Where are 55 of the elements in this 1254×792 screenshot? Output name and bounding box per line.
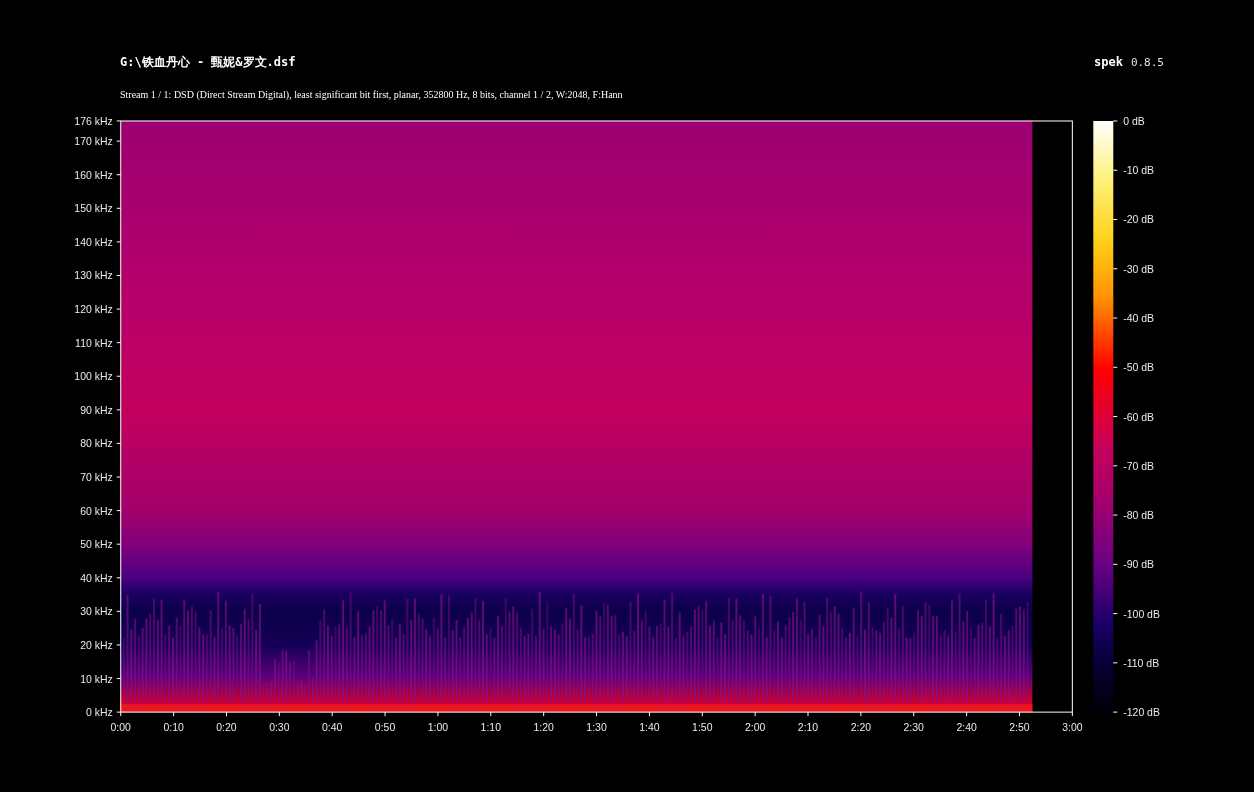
frequency-label: 170 kHz bbox=[74, 136, 113, 148]
frequency-label: 70 kHz bbox=[80, 472, 113, 483]
time-label: 0:20 bbox=[216, 722, 237, 734]
decibel-label: -70 dB bbox=[1123, 460, 1155, 472]
time-label: 0:00 bbox=[110, 722, 131, 734]
time-label: 1:30 bbox=[586, 722, 607, 734]
app-name: spek bbox=[1093, 54, 1123, 70]
time-label: 2:30 bbox=[903, 722, 924, 734]
frequency-label: 80 kHz bbox=[80, 438, 113, 450]
time-label: 1:50 bbox=[692, 722, 713, 734]
frequency-label: 176 kHz bbox=[74, 116, 113, 127]
time-label: 1:10 bbox=[480, 722, 501, 734]
time-label: 2:40 bbox=[956, 722, 977, 734]
frequency-label: 90 kHz bbox=[80, 404, 113, 416]
decibel-label: -90 dB bbox=[1123, 559, 1155, 571]
frequency-label: 0 kHz bbox=[86, 707, 113, 719]
frequency-label: 30 kHz bbox=[80, 606, 113, 618]
time-label: 1:40 bbox=[639, 722, 660, 734]
app-version: 0.8.5 bbox=[1130, 55, 1164, 71]
frequency-label: 110 kHz bbox=[75, 337, 113, 349]
time-label: 2:20 bbox=[850, 722, 872, 734]
frequency-label: 100 kHz bbox=[74, 371, 113, 383]
time-label: 0:30 bbox=[269, 722, 290, 734]
decibel-label: -100 dB bbox=[1123, 608, 1160, 620]
decibel-label: -110 dB bbox=[1123, 657, 1160, 669]
decibel-label: -80 dB bbox=[1123, 510, 1155, 522]
time-label: 3:00 bbox=[1062, 722, 1083, 734]
time-label: 0:10 bbox=[163, 722, 184, 734]
decibel-label: -60 dB bbox=[1123, 411, 1155, 423]
time-label: 2:50 bbox=[1009, 722, 1030, 734]
decibel-label: -10 dB bbox=[1123, 165, 1155, 177]
frequency-label: 140 kHz bbox=[74, 236, 113, 248]
decibel-label: -120 dB bbox=[1123, 707, 1160, 719]
decibel-label: 0 dB bbox=[1123, 116, 1145, 127]
frequency-label: 130 kHz bbox=[74, 270, 113, 282]
decibel-label: -20 dB bbox=[1123, 214, 1155, 226]
time-label: 2:00 bbox=[744, 722, 766, 734]
frequency-label: 160 kHz bbox=[74, 169, 113, 181]
time-label: 2:10 bbox=[797, 722, 819, 734]
decibel-label: -50 dB bbox=[1123, 362, 1155, 374]
decibel-label: -30 dB bbox=[1123, 263, 1155, 275]
stream-info: Stream 1 / 1: DSD (Direct Stream Digital), least significant bit first, planar, 352800 Hz, 8 bits, channel 1 / 2, W:2048, F:Hann bbox=[120, 88, 624, 102]
frequency-label: 10 kHz bbox=[80, 673, 113, 685]
time-label: 0:50 bbox=[374, 722, 396, 734]
frequency-label: 120 kHz bbox=[74, 304, 113, 316]
decibel-label: -40 dB bbox=[1123, 313, 1155, 324]
frequency-label: 60 kHz bbox=[80, 505, 113, 517]
frequency-label: 40 kHz bbox=[80, 572, 113, 584]
file-title: G:\铁血丹心 - 甄妮&罗文.dsf bbox=[120, 54, 296, 70]
time-label: 1:20 bbox=[533, 722, 554, 734]
frequency-label: 150 kHz bbox=[74, 203, 113, 215]
time-label: 0:40 bbox=[322, 722, 343, 734]
frequency-label: 20 kHz bbox=[80, 639, 113, 651]
frequency-label: 50 kHz bbox=[80, 539, 113, 551]
time-label: 1:00 bbox=[427, 722, 449, 734]
